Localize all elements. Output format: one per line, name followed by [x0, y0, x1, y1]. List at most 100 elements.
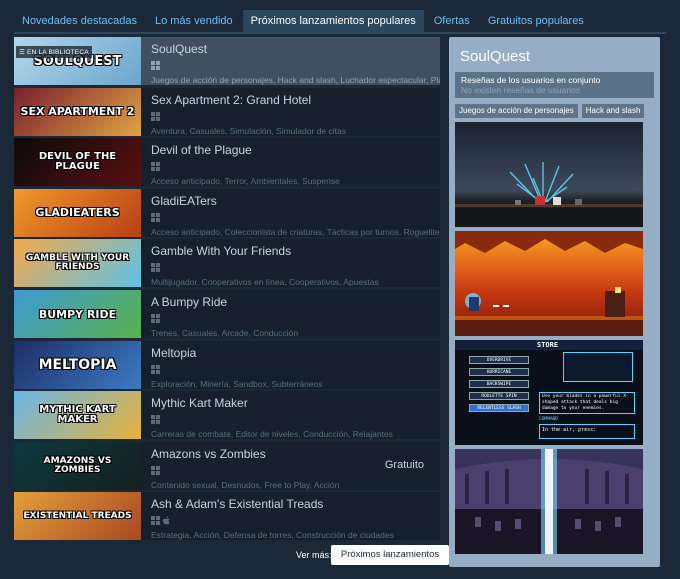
game-info: Devil of the Plague Acceso anticipado, Te…	[141, 138, 440, 186]
game-capsule-logo: AMAZONS VS ZOMBIES	[43, 455, 112, 475]
platform-icons	[151, 516, 440, 526]
game-row[interactable]: GLADIEATERS GladiEATers Acceso anticipado,…	[14, 188, 440, 237]
platform-icons	[151, 111, 440, 122]
store-description: Use your blades in a powerful X-shaped a…	[539, 392, 635, 414]
game-capsule-image: MYTHIC KART MAKER	[14, 391, 141, 440]
windows-icon	[151, 61, 160, 70]
game-tags: Estrategia, Acción, Defensa de torres, C…	[151, 530, 394, 541]
store-item: OVERDRIVE	[469, 356, 529, 364]
preview-tag[interactable]: Hack and slash	[581, 104, 645, 118]
preview-title: SoulQuest	[460, 48, 531, 65]
platform-icons	[151, 314, 440, 324]
game-name: SoulQuest	[151, 42, 208, 56]
windows-icon	[151, 162, 160, 172]
review-title: Reseñas de los usuarios en conjunto	[461, 75, 601, 85]
windows-icon	[151, 516, 160, 526]
game-capsule-image: SEX APARTMENT 2	[14, 87, 141, 136]
tab-underline	[14, 32, 666, 34]
game-row[interactable]: EXISTENTIAL TREADS Ash & Adam's Existenti…	[14, 492, 440, 541]
game-tags: Exploración, Minería, Sandbox, Subterrán…	[151, 378, 323, 389]
platform-icons	[151, 162, 440, 172]
game-tags: Carreras de combate, Editor de niveles, …	[151, 429, 393, 440]
game-row[interactable]: GAMBLE WITH YOUR FRIENDS Gamble With Your…	[14, 239, 440, 288]
game-capsule-image: EXISTENTIAL TREADS	[14, 492, 141, 541]
game-name: Sex Apartment 2: Grand Hotel	[151, 92, 312, 107]
preview-screenshot-2	[455, 231, 643, 336]
game-row[interactable]: BUMPY RIDE A Bumpy Ride Trenes, Casuales, …	[14, 290, 440, 338]
game-capsule-image: SOULQUEST ☰ EN LA BIBLIOTECA	[14, 37, 141, 85]
game-list: SOULQUEST ☰ EN LA BIBLIOTECA SoulQuest Jueg…	[14, 37, 442, 568]
game-info: Mythic Kart Maker Carreras de combate, Ed…	[141, 391, 440, 439]
game-capsule-logo: BUMPY RIDE	[38, 307, 117, 321]
game-row[interactable]: DEVIL OF THE PLAGUE Devil of the Plague Ac…	[14, 138, 440, 187]
game-info: Ash & Adam's Existential Treads Estrategi…	[141, 492, 440, 540]
game-capsule-logo: MELTOPIA	[38, 356, 117, 373]
game-tags: Trenes, Casuales, Arcade, Conducción	[151, 328, 299, 338]
windows-icon	[151, 263, 160, 273]
game-row[interactable]: MYTHIC KART MAKER Mythic Kart Maker Carrer…	[14, 391, 440, 440]
preview-screenshot-1	[455, 122, 643, 227]
store-item: ROULETTE SPIN	[469, 392, 529, 400]
platform-icons	[151, 263, 440, 273]
tab-3[interactable]: Ofertas	[426, 10, 478, 32]
apple-icon	[162, 516, 171, 526]
game-preview-panel: SoulQuest Reseñas de los usuarios en con…	[449, 37, 660, 567]
store-air: In the air, press:	[539, 424, 635, 439]
game-capsule-image: GLADIEATERS	[14, 188, 141, 237]
game-tags: Aventura, Casuales, Simulación, Simulado…	[151, 125, 346, 136]
game-name: Ash & Adam's Existential Treads	[151, 497, 324, 512]
game-name: Meltopia	[151, 345, 197, 360]
game-price: Gratuito	[384, 458, 424, 471]
tab-bar: Novedades destacadas Lo más vendido Próxim…	[14, 10, 592, 32]
platform-icons	[151, 212, 440, 223]
game-capsule-logo: SEX APARTMENT 2	[20, 105, 135, 119]
game-capsule-image: DEVIL OF THE PLAGUE	[14, 138, 141, 187]
game-capsule-logo: EXISTENTIAL TREADS	[23, 510, 132, 521]
windows-icon	[151, 314, 160, 323]
windows-icon	[151, 465, 160, 475]
game-capsule-image: MELTOPIA	[14, 340, 141, 389]
review-summary: Reseñas de los usuarios en conjunto No e…	[455, 72, 654, 98]
game-capsule-logo: GAMBLE WITH YOUR FRIENDS	[25, 253, 130, 273]
tab-4[interactable]: Gratuitos populares	[480, 10, 592, 32]
beam-arena-scene	[455, 449, 643, 554]
tab-2[interactable]: Próximos lanzamientos populares	[242, 10, 424, 32]
game-tags: Contenido sexual, Desnudos, Free to Play…	[151, 479, 340, 490]
game-name: Mythic Kart Maker	[151, 396, 248, 411]
in-library-badge: ☰ EN LA BIBLIOTECA	[16, 46, 92, 58]
upcoming-releases-button[interactable]: Próximos lanzamientos	[331, 545, 449, 565]
store-item: RELENTLESS SLASH	[469, 404, 529, 412]
game-name: Gamble With Your Friends	[151, 244, 292, 259]
preview-tag[interactable]: Juegos de acción de personajes	[455, 104, 578, 118]
storm-battle-scene	[455, 162, 643, 227]
platform-icons	[151, 364, 440, 375]
see-more-bar: Ver más: Próximos lanzamientos	[14, 545, 449, 565]
preview-tags: Juegos de acción de personajes Hack and …	[455, 104, 654, 118]
store-label: STORE	[537, 341, 559, 349]
game-capsule-logo: GLADIEATERS	[35, 206, 120, 220]
game-tags: Multijugador, Cooperativos en línea, Coo…	[151, 277, 379, 288]
preview-screenshot-4	[455, 449, 643, 554]
platform-icons	[151, 415, 440, 425]
game-info: Meltopia Exploración, Minería, Sandbox, S…	[141, 341, 440, 389]
game-name: Devil of the Plague	[151, 143, 252, 158]
platform-icons	[151, 61, 440, 71]
game-info: Gamble With Your Friends Multijugador, Co…	[141, 239, 440, 287]
game-row[interactable]: SOULQUEST ☰ EN LA BIBLIOTECA SoulQuest Jueg…	[14, 37, 440, 85]
game-row[interactable]: AMAZONS VS ZOMBIES Amazons vs Zombies Cont…	[14, 441, 440, 490]
game-row[interactable]: SEX APARTMENT 2 Sex Apartment 2: Grand Ho…	[14, 87, 440, 136]
game-tags: Acceso anticipado, Coleccionista de cria…	[151, 226, 440, 237]
game-capsule-logo: MYTHIC KART MAKER	[39, 404, 116, 426]
lava-cave-scene	[455, 231, 643, 336]
see-more-label: Ver más:	[296, 550, 332, 560]
windows-icon	[151, 415, 160, 425]
game-name: A Bumpy Ride	[151, 295, 228, 309]
game-name: GladiEATers	[151, 193, 217, 208]
store-command: COMMAND	[539, 417, 558, 422]
windows-icon	[151, 364, 160, 374]
tab-0[interactable]: Novedades destacadas	[14, 10, 145, 32]
game-info: SoulQuest Juegos de acción de personajes,…	[141, 37, 440, 85]
game-tags: Juegos de acción de personajes, Hack and…	[151, 75, 440, 85]
tab-1[interactable]: Lo más vendido	[147, 10, 241, 32]
game-row[interactable]: MELTOPIA Meltopia Exploración, Minería, Sa…	[14, 340, 440, 389]
